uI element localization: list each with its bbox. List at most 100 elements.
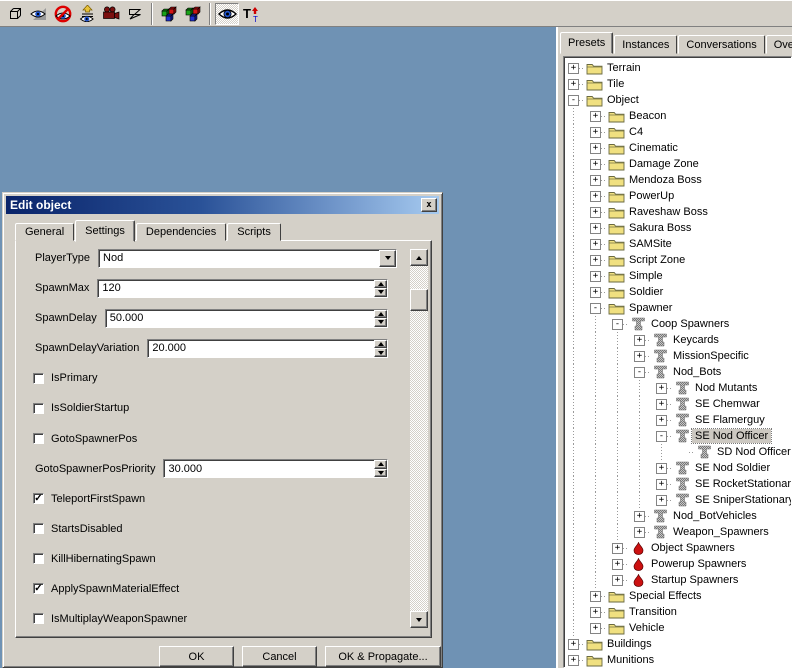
expand-plus-icon[interactable]: +	[634, 527, 645, 538]
tree-item[interactable]: +Munitions	[564, 652, 791, 668]
tree-item[interactable]: -Coop Spawners	[564, 316, 791, 332]
wireframe-cube-icon[interactable]	[3, 3, 27, 25]
expand-plus-icon[interactable]: +	[634, 351, 645, 362]
tree-item-label[interactable]: SE Nod Officer	[692, 429, 771, 443]
expand-plus-icon[interactable]: +	[568, 63, 579, 74]
hide-selected-icon[interactable]	[51, 3, 75, 25]
tree-item[interactable]: +Sakura Boss	[564, 220, 791, 236]
StartsDisabled-checkbox[interactable]	[33, 523, 44, 534]
tab-dependencies[interactable]: Dependencies	[136, 223, 226, 241]
tree-item-label[interactable]: Vehicle	[626, 621, 667, 635]
tree-item[interactable]: +Script Zone	[564, 252, 791, 268]
tree-item[interactable]: +Soldier	[564, 284, 791, 300]
tree-item-label[interactable]: Spawner	[626, 301, 675, 315]
tree-item-label[interactable]: C4	[626, 125, 646, 139]
expand-plus-icon[interactable]: +	[590, 191, 601, 202]
tree-item[interactable]: +SE Nod Soldier	[564, 460, 791, 476]
expand-plus-icon[interactable]: +	[590, 207, 601, 218]
expand-plus-icon[interactable]: +	[590, 623, 601, 634]
SpawnDelay-field[interactable]: 50.000	[105, 309, 388, 328]
expand-plus-icon[interactable]: +	[612, 543, 623, 554]
ok-button[interactable]: OK	[159, 646, 234, 667]
tree-item-label[interactable]: Buildings	[604, 637, 655, 651]
cancel-button[interactable]: Cancel	[242, 646, 317, 667]
dialog-titlebar[interactable]: Edit object x	[6, 196, 439, 214]
tree-item-label[interactable]: Weapon_Spawners	[670, 525, 772, 539]
expand-plus-icon[interactable]: +	[590, 239, 601, 250]
tree-item-label[interactable]: Sakura Boss	[626, 221, 694, 235]
collapse-minus-icon[interactable]: -	[634, 367, 645, 378]
expand-plus-icon[interactable]: +	[634, 511, 645, 522]
tree-item-label[interactable]: Beacon	[626, 109, 669, 123]
objects-large-icon[interactable]	[157, 3, 181, 25]
tree-item-label[interactable]: PowerUp	[626, 189, 677, 203]
tree-item-label[interactable]: Terrain	[604, 61, 644, 75]
expand-plus-icon[interactable]: +	[590, 255, 601, 266]
tree-item[interactable]: SD Nod Officer	[564, 444, 791, 460]
tree-item[interactable]: - Spawner	[564, 300, 791, 316]
ok-propagate-button[interactable]: OK & Propagate...	[325, 646, 441, 667]
expand-plus-icon[interactable]: +	[568, 79, 579, 90]
tree-item-label[interactable]: SD Nod Officer	[714, 445, 792, 459]
expand-plus-icon[interactable]: +	[656, 399, 667, 410]
tree-item-label[interactable]: Coop Spawners	[648, 317, 732, 331]
expand-plus-icon[interactable]: +	[612, 559, 623, 570]
tree-item[interactable]: +Beacon	[564, 108, 791, 124]
collapse-minus-icon[interactable]: -	[590, 303, 601, 314]
TeleportFirstSpawn-checkbox[interactable]: ✓	[33, 493, 44, 504]
tree-item[interactable]: + Weapon_Spawners	[564, 524, 791, 540]
tree-item-label[interactable]: Simple	[626, 269, 666, 283]
SpawnDelayVariation-spinner[interactable]	[374, 340, 387, 357]
tree-item-label[interactable]: Munitions	[604, 653, 657, 667]
tree-item-label[interactable]: Tile	[604, 77, 627, 91]
tree-item-label[interactable]: MissionSpecific	[670, 349, 752, 363]
spin-up-icon[interactable]	[374, 280, 387, 289]
tree-item[interactable]: +Keycards	[564, 332, 791, 348]
tree-item[interactable]: + Tile	[564, 76, 791, 92]
tree-item-label[interactable]: Special Effects	[626, 589, 705, 603]
tree-item[interactable]: + Simple	[564, 268, 791, 284]
spin-up-icon[interactable]	[374, 310, 387, 319]
text-scale-icon[interactable]: TT	[239, 3, 263, 25]
tree-item[interactable]: + SAMSite	[564, 236, 791, 252]
tree-item[interactable]: +Nod Mutants	[564, 380, 791, 396]
tab-general[interactable]: General	[15, 223, 74, 241]
expand-plus-icon[interactable]: +	[612, 575, 623, 586]
tree-item-label[interactable]: Nod Mutants	[692, 381, 760, 395]
tree-item[interactable]: + Nod_BotVehicles	[564, 508, 791, 524]
toggle-visibility-icon[interactable]	[215, 3, 239, 25]
expand-plus-icon[interactable]: +	[590, 175, 601, 186]
expand-plus-icon[interactable]: +	[590, 607, 601, 618]
scrollbar-thumb[interactable]	[410, 289, 428, 311]
expand-plus-icon[interactable]: +	[590, 159, 601, 170]
objects-small-icon[interactable]	[181, 3, 205, 25]
PlayerType-field[interactable]: Nod	[98, 249, 397, 268]
spin-up-icon[interactable]	[374, 460, 387, 469]
expand-plus-icon[interactable]: +	[590, 591, 601, 602]
tab-instances[interactable]: Instances	[614, 35, 677, 54]
expand-plus-icon[interactable]: +	[634, 335, 645, 346]
tab-presets[interactable]: Presets	[560, 32, 613, 54]
expand-plus-icon[interactable]: +	[656, 479, 667, 490]
expand-plus-icon[interactable]: +	[590, 271, 601, 282]
scroll-down-icon[interactable]	[410, 611, 428, 628]
tree-item[interactable]: +SE SniperStationary	[564, 492, 791, 508]
show-hidden-icon[interactable]	[75, 3, 99, 25]
tree-item[interactable]: +Cinematic	[564, 140, 791, 156]
tree-item-label[interactable]: SAMSite	[626, 237, 675, 251]
tree-item-label[interactable]: Nod_BotVehicles	[670, 509, 760, 523]
dropdown-arrow-icon[interactable]	[379, 250, 396, 267]
tree-item-label[interactable]: Nod_Bots	[670, 365, 724, 379]
expand-plus-icon[interactable]: +	[656, 415, 667, 426]
tree-item[interactable]: + Special Effects	[564, 588, 791, 604]
tree-item[interactable]: +C4	[564, 124, 791, 140]
KillHibernatingSpawn-checkbox[interactable]	[33, 553, 44, 564]
IsSoldierStartup-checkbox[interactable]	[33, 403, 44, 414]
tree-item-label[interactable]: Object Spawners	[648, 541, 738, 555]
SpawnDelay-spinner[interactable]	[374, 310, 387, 327]
tree-item[interactable]: + PowerUp	[564, 188, 791, 204]
GotoSpawnerPos-checkbox[interactable]	[33, 433, 44, 444]
tab-overlap[interactable]: Overlap	[766, 35, 792, 54]
tree-item-label[interactable]: SE Chemwar	[692, 397, 763, 411]
tree-item-label[interactable]: Raveshaw Boss	[626, 205, 711, 219]
